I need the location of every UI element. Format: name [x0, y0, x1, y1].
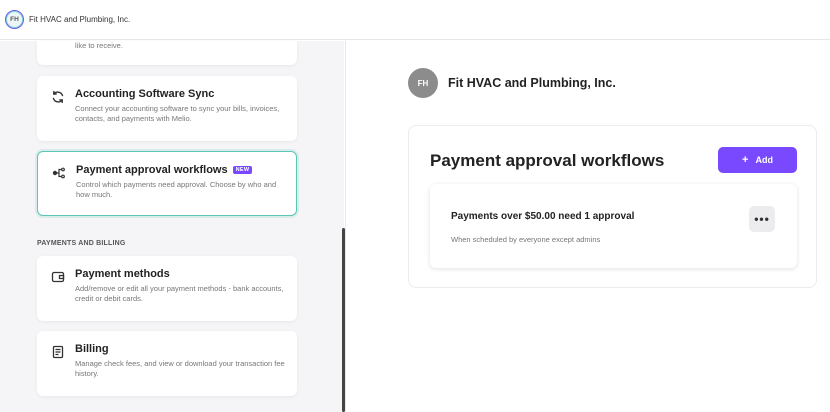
org-name[interactable]: Fit HVAC and Plumbing, Inc.: [29, 15, 130, 24]
wallet-icon: [51, 270, 65, 284]
settings-card-billing[interactable]: Billing Manage check fees, and view or d…: [37, 331, 297, 396]
settings-card-payment-methods[interactable]: Payment methods Add/remove or edit all y…: [37, 256, 297, 321]
org-avatar[interactable]: FH: [5, 10, 24, 29]
card-description: Add/remove or edit all your payment meth…: [75, 284, 284, 303]
sync-icon: [51, 90, 65, 104]
card-description: Connect your accounting software to sync…: [75, 104, 280, 123]
card-description: Manage check fees, and view or download …: [75, 359, 285, 378]
company-name: Fit HVAC and Plumbing, Inc.: [448, 76, 616, 90]
section-label: PAYMENTS AND BILLING: [37, 240, 126, 247]
card-title: Payment approval workflows NEW: [76, 164, 284, 176]
rule-title: Payments over $50.00 need 1 approval: [451, 211, 635, 222]
new-badge: NEW: [232, 166, 253, 174]
top-bar: FH Fit HVAC and Plumbing, Inc.: [0, 0, 830, 40]
more-options-button[interactable]: •••: [749, 206, 775, 232]
workflow-rule-card[interactable]: Payments over $50.00 need 1 approval Whe…: [430, 184, 797, 268]
add-workflow-button[interactable]: + Add: [718, 147, 797, 173]
receipt-icon: [51, 345, 65, 359]
settings-card-partial[interactable]: like to receive.: [37, 41, 297, 65]
approval-workflows-panel: Payment approval workflows + Add Payment…: [408, 125, 817, 288]
panel-title: Payment approval workflows: [430, 151, 665, 170]
more-icon: •••: [754, 212, 770, 226]
card-title: Accounting Software Sync: [75, 88, 215, 100]
rule-subtitle: When scheduled by everyone except admins: [451, 235, 601, 244]
card-description: Control which payments need approval. Ch…: [76, 180, 277, 199]
card-title-text: Payment approval workflows: [76, 164, 228, 176]
add-button-label: Add: [755, 155, 773, 165]
card-description: like to receive.: [75, 41, 123, 50]
workflow-icon: [52, 166, 66, 180]
plus-icon: +: [742, 154, 749, 166]
card-title: Payment methods: [75, 268, 170, 280]
company-header: FH Fit HVAC and Plumbing, Inc.: [408, 68, 616, 98]
company-avatar: FH: [408, 68, 438, 98]
settings-card-accounting-sync[interactable]: Accounting Software Sync Connect your ac…: [37, 76, 297, 141]
card-title: Billing: [75, 343, 109, 355]
settings-card-approval-workflows[interactable]: Payment approval workflows NEW Control w…: [37, 151, 297, 216]
column-divider: [345, 41, 346, 412]
